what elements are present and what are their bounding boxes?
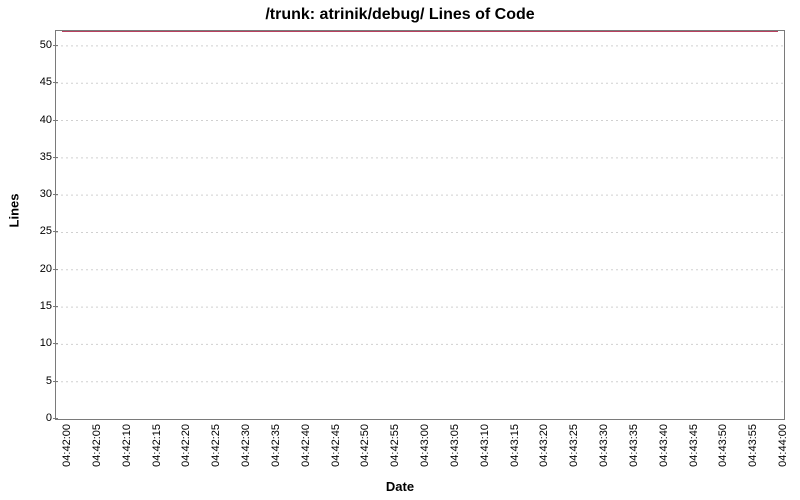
x-tick: 04:42:30: [240, 424, 252, 467]
y-tick: 35: [12, 151, 52, 163]
y-tick: 30: [12, 188, 52, 200]
x-tick: 04:42:50: [359, 424, 371, 467]
x-tick: 04:44:00: [777, 424, 789, 467]
y-tick: 25: [12, 225, 52, 237]
x-tick: 04:43:50: [717, 424, 729, 467]
y-tick: 5: [12, 375, 52, 387]
y-axis-label: Lines: [6, 0, 22, 420]
x-tick: 04:42:40: [300, 424, 312, 467]
x-tick: 04:43:35: [628, 424, 640, 467]
x-tick: 04:42:35: [270, 424, 282, 467]
x-tick: 04:42:25: [210, 424, 222, 467]
x-tick: 04:42:00: [61, 424, 73, 467]
x-tick: 04:43:15: [509, 424, 521, 467]
x-tick: 04:42:55: [389, 424, 401, 467]
x-tick: 04:42:45: [330, 424, 342, 467]
chart-title: /trunk: atrinik/debug/ Lines of Code: [0, 6, 800, 24]
y-tick: 45: [12, 76, 52, 88]
y-tick: 40: [12, 114, 52, 126]
y-tick: 20: [12, 263, 52, 275]
x-axis-label: Date: [0, 479, 800, 494]
y-tick: 0: [12, 412, 52, 424]
x-tick: 04:42:15: [151, 424, 163, 467]
x-tick: 04:43:25: [568, 424, 580, 467]
x-tick: 04:43:30: [598, 424, 610, 467]
loc-chart: /trunk: atrinik/debug/ Lines of Code Lin…: [0, 0, 800, 500]
x-tick: 04:43:20: [538, 424, 550, 467]
gridlines: [56, 46, 784, 382]
y-tick: 15: [12, 300, 52, 312]
x-tick: 04:43:55: [747, 424, 759, 467]
x-tick: 04:42:05: [91, 424, 103, 467]
y-tick: 10: [12, 337, 52, 349]
y-tick: 50: [12, 39, 52, 51]
plot-area: [55, 30, 785, 420]
plot-svg: [56, 31, 784, 419]
x-tick: 04:43:10: [479, 424, 491, 467]
x-tick: 04:42:10: [121, 424, 133, 467]
x-tick: 04:42:20: [180, 424, 192, 467]
x-tick: 04:43:00: [419, 424, 431, 467]
x-tick: 04:43:40: [658, 424, 670, 467]
x-tick: 04:43:45: [688, 424, 700, 467]
x-tick: 04:43:05: [449, 424, 461, 467]
